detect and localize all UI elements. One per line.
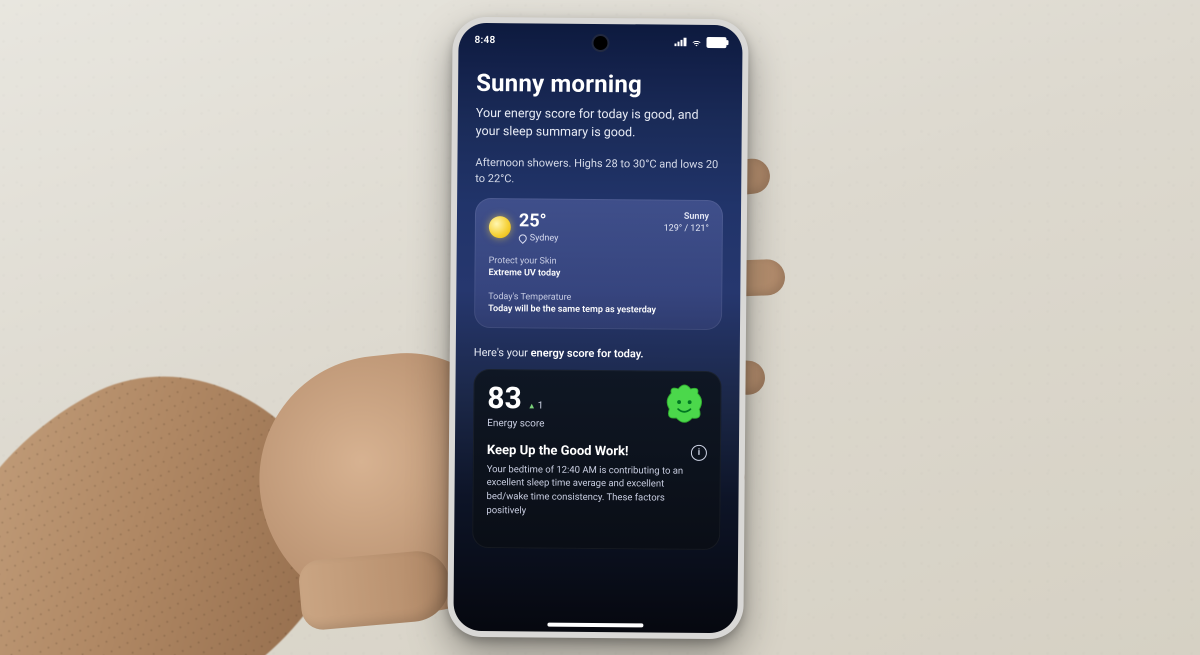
intro-prefix: Here's your [474,346,531,359]
energy-delta: 1 [528,400,544,411]
forecast-text: Afternoon showers. Highs 28 to 30°C and … [475,155,723,188]
status-time: 8:48 [474,34,495,45]
battery-icon [706,36,726,47]
energy-headline: Keep Up the Good Work! [487,443,629,459]
photo-scene: 8:48 Sunny morning Your energy score for… [0,0,1200,655]
signal-icon [674,37,686,46]
location-name: Sydney [530,233,559,243]
energy-card[interactable]: 83 1 Energy score [472,369,722,550]
uv-value: Extreme UV today [488,267,708,281]
current-temp: 25° [519,210,559,231]
status-icons [674,36,726,47]
energy-score-label: Energy score [487,418,544,430]
pin-icon [517,233,528,244]
sun-icon [489,216,511,238]
energy-body: Your bedtime of 12:40 AM is contributing… [486,463,706,520]
intro-bold: energy score for today. [531,346,644,360]
summary-text: Your energy score for today is good, and… [476,105,724,143]
energy-score: 83 [487,381,522,416]
info-icon[interactable]: i [691,444,707,460]
weather-hi-lo: 129° / 121° [664,223,709,235]
weather-condition: Sunny [664,212,709,224]
home-indicator[interactable] [547,623,643,628]
screen-content[interactable]: Sunny morning Your energy score for toda… [453,61,742,633]
page-title: Sunny morning [476,69,724,99]
wifi-icon [690,37,702,46]
energy-mascot-icon [661,382,707,426]
status-bar: 8:48 [458,29,742,53]
location: Sydney [519,233,559,243]
temp-trend-value: Today will be the same temp as yesterday [488,303,708,317]
phone-frame: 8:48 Sunny morning Your energy score for… [447,17,748,640]
energy-section-intro: Here's your energy score for today. [474,346,722,361]
weather-card[interactable]: 25° Sydney Sunny 129° / 121° [474,198,723,330]
phone-screen[interactable]: 8:48 Sunny morning Your energy score for… [453,23,742,633]
